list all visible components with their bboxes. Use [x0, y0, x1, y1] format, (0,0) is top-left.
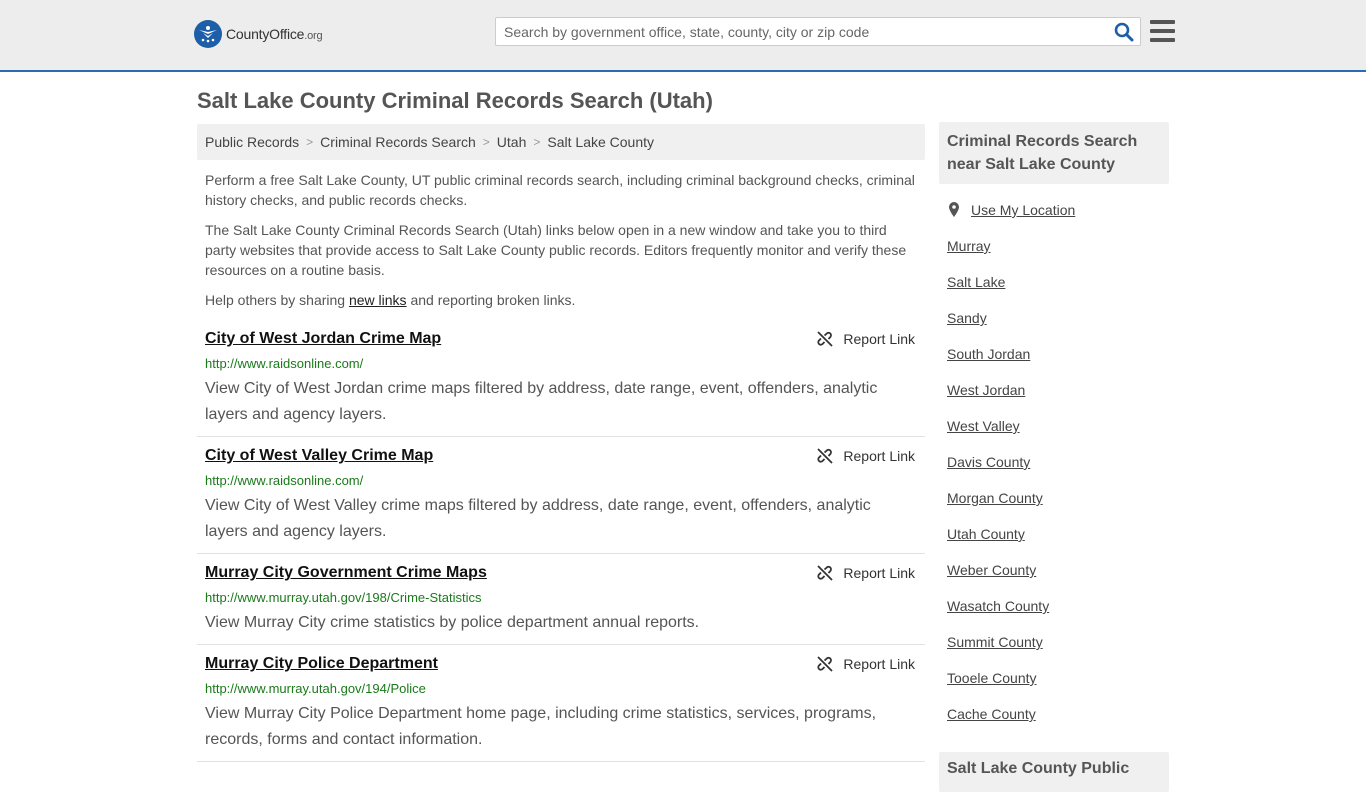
result-item: City of West Jordan Crime Map Report Lin… [197, 330, 925, 437]
help-paragraph: Help others by sharing new links and rep… [205, 290, 917, 310]
breadcrumb-criminal-records-search[interactable]: Criminal Records Search [320, 134, 476, 150]
sidebar-link-weber-county[interactable]: Weber County [947, 560, 1075, 596]
result-title-link[interactable]: Murray City Police Department [205, 655, 438, 673]
broken-link-icon [817, 656, 834, 672]
help-text-start: Help others by sharing [205, 292, 349, 308]
search-icon[interactable] [1114, 22, 1134, 42]
report-link-button[interactable]: Report Link [817, 565, 915, 581]
disclaimer-paragraph: The Salt Lake County Criminal Records Se… [205, 222, 907, 278]
result-title-link[interactable]: City of West Jordan Crime Map [205, 330, 441, 348]
map-pin-icon [949, 202, 959, 217]
sidebar-link-tooele-county[interactable]: Tooele County [947, 668, 1075, 704]
sidebar-link-utah-county[interactable]: Utah County [947, 524, 1075, 560]
result-url: http://www.raidsonline.com/ [205, 356, 364, 371]
result-url: http://www.raidsonline.com/ [205, 473, 364, 488]
breadcrumb-separator: > [306, 135, 314, 149]
report-link-button[interactable]: Report Link [817, 448, 915, 464]
page-title: Salt Lake County Criminal Records Search… [197, 88, 713, 113]
sidebar-link-cache-county[interactable]: Cache County [947, 704, 1075, 740]
result-title-link[interactable]: City of West Valley Crime Map [205, 447, 433, 465]
result-description: View Murray City crime statistics by pol… [205, 614, 700, 631]
result-item: Murray City Police Department Report Lin… [197, 655, 925, 762]
report-link-button[interactable]: Report Link [817, 656, 915, 672]
broken-link-icon [817, 448, 834, 464]
sidebar-link-west-valley[interactable]: West Valley [947, 416, 1075, 452]
logo-seal-icon [194, 20, 222, 48]
use-my-location-label: Use My Location [971, 202, 1076, 218]
breadcrumb-public-records[interactable]: Public Records [205, 134, 299, 150]
result-url: http://www.murray.utah.gov/194/Police [205, 681, 426, 696]
sidebar-link-wasatch-county[interactable]: Wasatch County [947, 596, 1075, 632]
breadcrumb-separator: > [533, 135, 541, 149]
sidebar-nearby-list: Use My Location Murray Salt Lake Sandy S… [947, 200, 1075, 740]
intro-paragraph: Perform a free Salt Lake County, UT publ… [205, 172, 915, 208]
result-description: View City of West Valley crime maps filt… [205, 497, 871, 540]
sidebar-link-summit-county[interactable]: Summit County [947, 632, 1075, 668]
breadcrumb-separator: > [482, 135, 490, 149]
result-description: View Murray City Police Department home … [205, 705, 877, 748]
logo-suffix: .org [304, 30, 323, 42]
sidebar-link-murray[interactable]: Murray [947, 236, 1075, 272]
sidebar-heading: Criminal Records Search near Salt Lake C… [939, 122, 1169, 184]
logo-text: CountyOffice.org [226, 26, 323, 42]
sidebar-link-davis-county[interactable]: Davis County [947, 452, 1075, 488]
site-logo[interactable]: CountyOffice.org [194, 20, 323, 48]
breadcrumb-salt-lake-county[interactable]: Salt Lake County [547, 134, 654, 150]
sidebar-link-west-jordan[interactable]: West Jordan [947, 380, 1075, 416]
logo-main: CountyOffice [226, 26, 305, 42]
sidebar-link-sandy[interactable]: Sandy [947, 308, 1075, 344]
breadcrumb-utah[interactable]: Utah [497, 134, 527, 150]
broken-link-icon [817, 565, 834, 581]
result-url: http://www.murray.utah.gov/198/Crime-Sta… [205, 590, 482, 605]
search-input[interactable] [496, 18, 1096, 45]
use-my-location-link[interactable]: Use My Location [947, 200, 1075, 236]
help-text-end: and reporting broken links. [406, 292, 576, 308]
sidebar-link-salt-lake[interactable]: Salt Lake [947, 272, 1075, 308]
report-link-label: Report Link [843, 565, 915, 581]
result-item: City of West Valley Crime Map Report Lin… [197, 447, 925, 554]
sidebar-heading-public: Salt Lake County Public [939, 752, 1169, 792]
sidebar-link-south-jordan[interactable]: South Jordan [947, 344, 1075, 380]
result-title-link[interactable]: Murray City Government Crime Maps [205, 564, 487, 582]
report-link-label: Report Link [843, 448, 915, 464]
sidebar-link-morgan-county[interactable]: Morgan County [947, 488, 1075, 524]
report-link-label: Report Link [843, 656, 915, 672]
top-bar: CountyOffice.org [0, 0, 1366, 72]
new-links-link[interactable]: new links [349, 292, 407, 308]
result-description: View City of West Jordan crime maps filt… [205, 380, 878, 423]
breadcrumb: Public Records > Criminal Records Search… [197, 124, 925, 160]
report-link-button[interactable]: Report Link [817, 331, 915, 347]
report-link-label: Report Link [843, 331, 915, 347]
hamburger-menu-icon[interactable] [1150, 20, 1175, 42]
result-item: Murray City Government Crime Maps Report… [197, 564, 925, 645]
search-box [495, 17, 1141, 46]
broken-link-icon [817, 331, 834, 347]
